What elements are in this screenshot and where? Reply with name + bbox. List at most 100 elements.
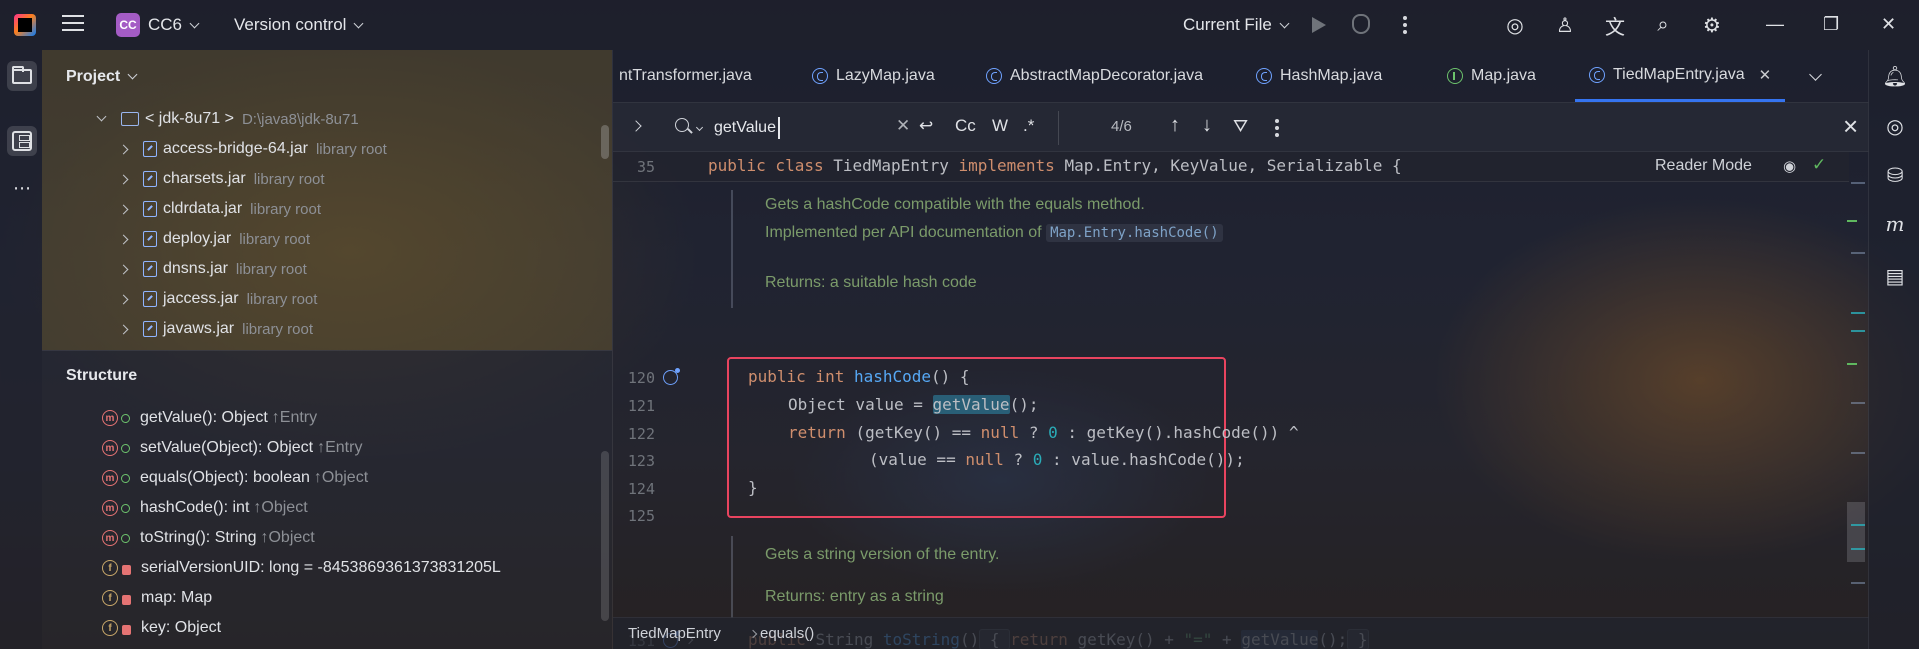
project-name: CC6 <box>148 15 183 34</box>
expand-arrow-icon[interactable] <box>118 324 129 334</box>
structure-item[interactable]: m setValue(Object): Object ↑Entry <box>102 434 362 462</box>
structure-item[interactable]: m hashCode(): int ↑Object <box>102 494 308 522</box>
code-area[interactable]: 35 public class TiedMapEntry implements … <box>613 152 1849 649</box>
tree-item[interactable]: access-bridge-64.jar library root <box>118 134 387 164</box>
structure-item[interactable]: f map: Map <box>102 584 212 612</box>
expand-arrow-icon[interactable] <box>118 294 129 304</box>
tasks-icon[interactable]: ▤ <box>1883 264 1907 288</box>
vcs-widget[interactable]: Version control <box>234 15 364 35</box>
tree-item[interactable]: dnsns.jar library root <box>118 254 307 284</box>
class-icon <box>986 68 1002 84</box>
ai-chat-icon[interactable]: ◎ <box>1883 114 1907 138</box>
regex-toggle[interactable]: .* <box>1023 116 1034 136</box>
tree-item-name: javaws.jar <box>163 320 235 337</box>
project-panel: Project < jdk-8u71 > D:\java8\jdk-8u71 a… <box>42 50 612 350</box>
main-menu-icon[interactable] <box>62 15 84 33</box>
code-line: public int hashCode() { <box>748 367 970 386</box>
tree-item[interactable]: cldrdata.jar library root <box>118 194 321 224</box>
settings-gear-icon[interactable]: ⚙ <box>1700 13 1724 37</box>
line-number: 121 <box>627 397 655 415</box>
search-history-chevron-icon[interactable] <box>695 123 704 132</box>
expand-arrow-icon[interactable] <box>118 174 129 184</box>
close-find-icon[interactable]: × <box>1843 111 1858 142</box>
tab-hashmap[interactable]: HashMap.java <box>1256 50 1382 102</box>
project-switcher[interactable]: CC6 <box>148 15 200 35</box>
whole-words-toggle[interactable]: W <box>992 116 1008 136</box>
structure-tool-button[interactable] <box>7 126 37 156</box>
structure-item[interactable]: m toString(): String ↑Object <box>102 524 315 552</box>
expand-arrow-icon[interactable] <box>118 144 129 154</box>
match-case-toggle[interactable]: Cc <box>955 116 976 136</box>
notifications-bell-icon[interactable]: 🔔︎ <box>1882 64 1907 88</box>
reader-mode-label[interactable]: Reader Mode <box>1655 157 1752 175</box>
structure-scrollbar[interactable] <box>601 451 609 621</box>
tree-item[interactable]: charsets.jar library root <box>118 164 325 194</box>
next-match-arrow-icon[interactable]: ↓ <box>1202 114 1212 137</box>
structure-item[interactable]: f serialVersionUID: long = -8453869361373… <box>102 554 501 582</box>
more-options-icon[interactable] <box>1275 119 1279 137</box>
ai-assistant-icon[interactable]: ◎ <box>1503 13 1527 37</box>
debug-icon[interactable] <box>1352 14 1370 34</box>
maven-icon[interactable]: m <box>1883 212 1907 236</box>
filter-icon[interactable]: ⛛ <box>1233 116 1248 137</box>
jar-icon <box>143 231 157 247</box>
intellij-logo-icon[interactable] <box>14 14 36 36</box>
restore-icon[interactable]: ❐ <box>1823 14 1839 35</box>
find-input[interactable] <box>714 115 899 141</box>
search-icon[interactable]: ⌕ <box>1651 13 1675 37</box>
tab-lazymap[interactable]: LazyMap.java <box>812 50 935 102</box>
clear-search-icon[interactable]: ✕ <box>896 116 910 136</box>
previous-match-arrow-icon[interactable]: ↑ <box>1170 114 1180 137</box>
editor: ntTransformer.java LazyMap.java Abstract… <box>612 50 1869 649</box>
structure-item[interactable]: f key: Object <box>102 614 221 642</box>
expand-arrow-icon[interactable] <box>118 204 129 214</box>
tree-root-jdk[interactable]: < jdk-8u71 > D:\java8\jdk-8u71 <box>96 104 359 134</box>
project-badge[interactable]: CC <box>116 13 140 37</box>
breadcrumb: TiedMapEntry equals() <box>613 617 1869 649</box>
doc-code-link[interactable]: Map.Entry.hashCode() <box>1046 224 1223 242</box>
expand-arrow-icon[interactable] <box>118 264 129 274</box>
tab-abstractmapdecorator[interactable]: AbstractMapDecorator.java <box>986 50 1203 102</box>
expand-arrow-icon[interactable] <box>118 234 129 244</box>
run-config-selector[interactable]: Current File <box>1183 15 1290 35</box>
method-icon: m <box>102 500 118 516</box>
more-actions-icon[interactable] <box>1403 16 1407 34</box>
collapse-arrow-icon[interactable] <box>96 111 107 121</box>
search-icon[interactable] <box>675 118 689 132</box>
doc-text: Implemented per API documentation of <box>765 224 1042 241</box>
close-tab-icon[interactable]: ✕ <box>1759 66 1772 84</box>
run-icon[interactable] <box>1312 17 1326 33</box>
database-icon[interactable]: ⛁ <box>1883 163 1907 187</box>
tab-label: ntTransformer.java <box>619 67 752 84</box>
structure-item[interactable]: m getValue(): Object ↑Entry <box>102 404 317 432</box>
stripe-viewport[interactable] <box>1847 502 1865 562</box>
structure-item[interactable]: m equals(Object): boolean ↑Object <box>102 464 368 492</box>
tabs-dropdown-icon[interactable] <box>1809 68 1822 81</box>
tree-item[interactable]: jaccess.jar library root <box>118 284 317 314</box>
minimize-icon[interactable]: — <box>1766 14 1784 35</box>
method-icon: m <box>102 410 118 426</box>
tab-ntTransformer[interactable]: ntTransformer.java <box>619 50 752 102</box>
project-scrollbar[interactable] <box>601 125 609 159</box>
private-lock-icon <box>122 565 131 575</box>
add-user-icon[interactable]: ♙ <box>1553 13 1577 37</box>
more-tools-icon[interactable]: ⋯ <box>13 178 32 199</box>
new-line-icon[interactable]: ↩ <box>919 116 933 136</box>
override-method-icon[interactable] <box>663 368 680 385</box>
tree-item[interactable]: deploy.jar library root <box>118 224 310 254</box>
tab-map[interactable]: Map.java <box>1447 50 1536 102</box>
project-tool-button[interactable] <box>7 61 37 91</box>
translate-icon[interactable]: 文 <box>1603 13 1627 39</box>
error-stripe[interactable] <box>1837 152 1869 617</box>
expand-replace-icon[interactable] <box>630 120 642 132</box>
breadcrumb-item[interactable]: TiedMapEntry <box>628 625 721 642</box>
title-bar: CC CC6 Version control Current File ◎ ♙ … <box>0 0 1919 50</box>
breadcrumb-item[interactable]: equals() <box>760 625 814 642</box>
tab-tiedmapentry[interactable]: TiedMapEntry.java ✕ <box>1575 50 1786 102</box>
hide-eye-icon[interactable]: ◉ <box>1783 157 1796 175</box>
project-panel-header[interactable]: Project <box>66 68 138 86</box>
sticky-line[interactable]: 35 public class TiedMapEntry implements … <box>613 152 1849 182</box>
class-icon <box>1256 68 1272 84</box>
tree-item[interactable]: javaws.jar library root <box>118 314 313 344</box>
close-window-icon[interactable]: ✕ <box>1881 14 1896 35</box>
